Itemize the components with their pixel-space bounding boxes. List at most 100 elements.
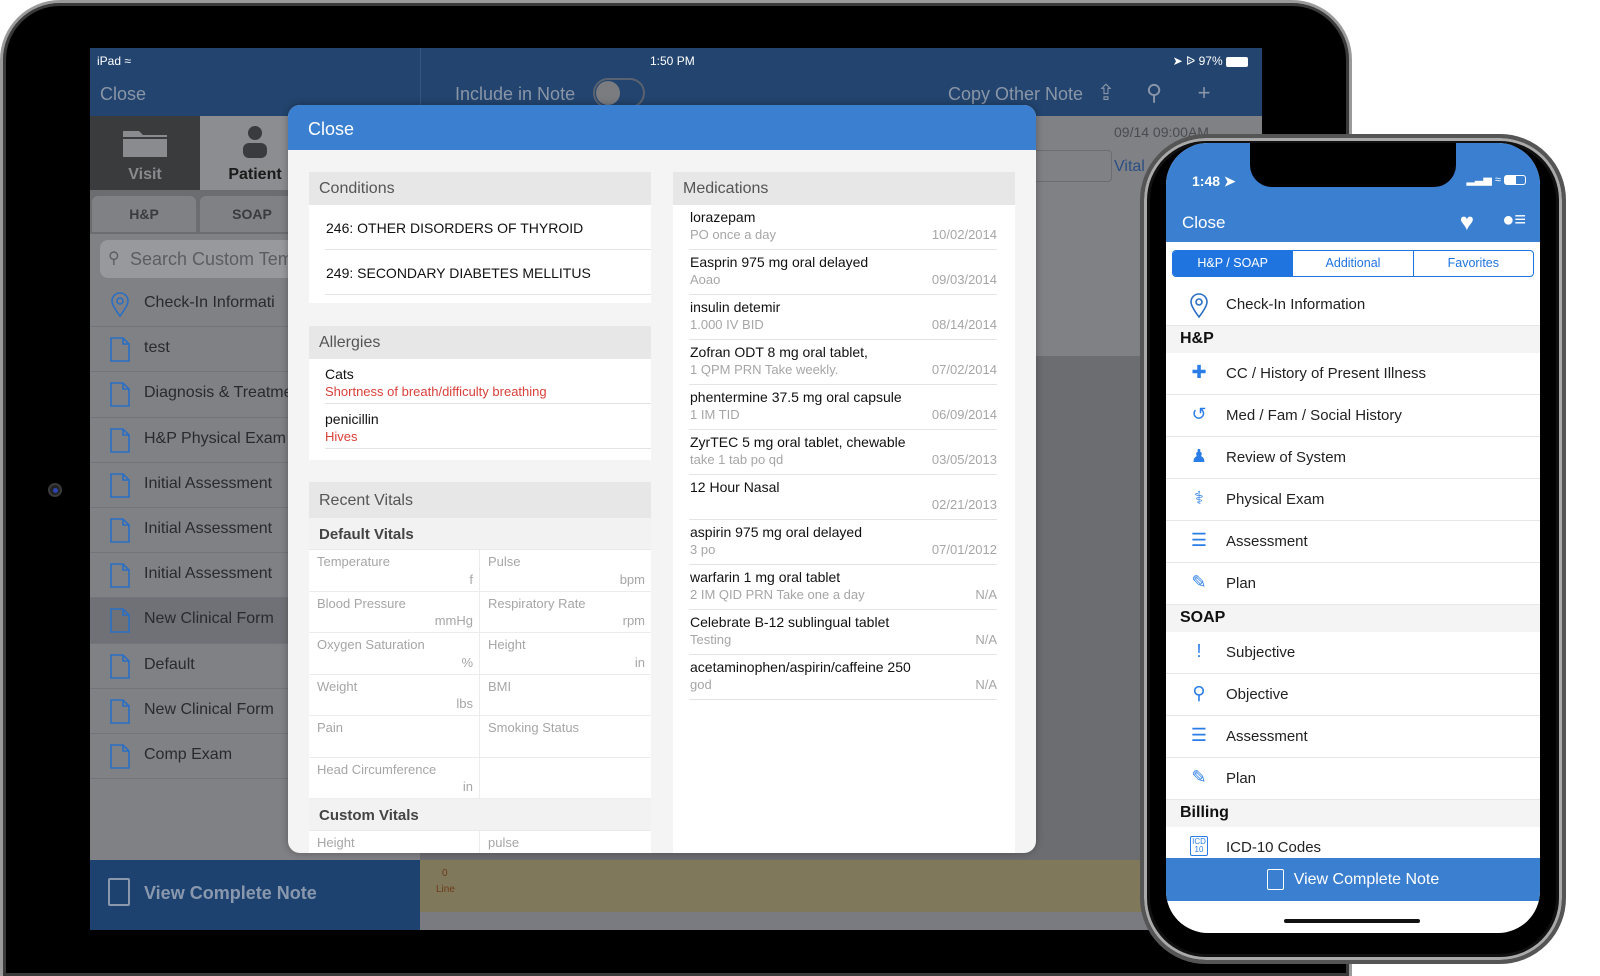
share-icon[interactable]: ⇪ — [1092, 80, 1120, 108]
medication-date: 03/05/2013 — [931, 452, 997, 467]
medication-date: N/A — [975, 587, 997, 602]
medication-item[interactable]: Celebrate B-12 sublingual tablet Testing N… — [689, 610, 997, 655]
segment-visit[interactable]: Visit — [90, 116, 200, 190]
medication-item[interactable]: ZyrTEC 5 mg oral tablet, chewable take 1 … — [689, 430, 997, 475]
vital-label: Respiratory Rate — [488, 595, 586, 611]
sidebar-item-label: Comp Exam — [144, 745, 233, 763]
medication-item[interactable]: Easprin 975 mg oral delayed Aoao 09/03/201… — [689, 250, 997, 295]
vital-label: pulse — [488, 835, 520, 850]
vital-cell[interactable]: pulse — [480, 831, 651, 853]
condition-item[interactable]: 249: SECONDARY DIABETES MELLITUS — [325, 250, 651, 295]
tab-hp[interactable]: H&P — [92, 196, 196, 232]
medication-item[interactable]: warfarin 1 mg oral tablet 2 IM QID PRN Ta… — [689, 565, 997, 610]
vital-unit: mmHg — [434, 613, 473, 628]
ipad-camera — [48, 483, 62, 497]
medication-item[interactable]: aspirin 975 mg oral delayed 3 po 07/01/201… — [689, 520, 997, 565]
tab-hp-soap[interactable]: H&P / SOAP — [1173, 251, 1294, 276]
view-complete-note-button[interactable]: View Complete Note — [90, 860, 420, 930]
iphone-item-label: ICD-10 Codes — [1226, 839, 1322, 856]
vital-cell[interactable]: Oxygen Saturation% — [309, 633, 480, 675]
vital-cell[interactable]: Smoking Status — [480, 716, 651, 758]
tab-additional[interactable]: Additional — [1293, 251, 1414, 276]
vital-cell[interactable]: Head Circumference in — [309, 757, 480, 799]
iphone-list-item[interactable]: ☰ Assessment — [1166, 521, 1540, 563]
vital-cell[interactable]: Height in — [480, 633, 651, 675]
vital-cell[interactable]: Blood Pressure mmHg — [309, 591, 480, 633]
medication-item[interactable]: insulin detemir 1.000 IV BID 08/14/2014 — [689, 295, 997, 340]
location-arrow-icon: ➤ — [1223, 173, 1236, 189]
vital-cell[interactable]: Pain — [309, 716, 480, 758]
vital-cell[interactable]: Respiratory Rate rpm — [480, 592, 651, 633]
copy-other-note-button[interactable]: Copy Other Note — [948, 84, 1083, 105]
vital-cell[interactable]: BMI — [480, 675, 651, 716]
status-bar: iPad ≈ 1:50 PM ➤ ᐉ 97% — [90, 48, 1262, 72]
medication-item[interactable]: lorazepam PO once a day 10/02/2014 — [689, 205, 997, 250]
add-icon[interactable]: + — [1190, 80, 1218, 108]
condition-item[interactable]: 246: OTHER DISORDERS OF THYROID — [325, 205, 651, 250]
pen-icon: ✎ — [1191, 767, 1207, 787]
history-clock-icon: ↺ — [1191, 404, 1207, 424]
iphone-list-item[interactable]: ! Subjective — [1166, 632, 1540, 674]
iphone-list-item[interactable]: ♟ Review of System — [1166, 437, 1540, 479]
medication-item[interactable]: phentermine 37.5 mg oral capsule 1 IM TID… — [689, 385, 997, 430]
iphone-item-label: Med / Fam / Social History — [1226, 407, 1402, 424]
medication-name: aspirin 975 mg oral delayed — [690, 524, 862, 540]
medication-item[interactable]: Zofran ODT 8 mg oral tablet, 1 QPM PRN Ta… — [689, 340, 997, 385]
iphone-item-checkin[interactable]: Check-In Information — [1166, 284, 1540, 326]
iphone-list-item[interactable]: ⚲ Objective — [1166, 674, 1540, 716]
document-icon — [110, 698, 130, 724]
include-in-note-label: Include in Note — [455, 84, 576, 104]
iphone-item-label: Physical Exam — [1226, 491, 1325, 508]
patient-list-icon[interactable]: ●≡ — [1502, 209, 1526, 232]
allergy-item[interactable]: penicillin Hives — [325, 404, 651, 449]
body-icon: ♟ — [1190, 446, 1208, 466]
medication-date: N/A — [975, 632, 997, 647]
iphone-list-item[interactable]: ✎ Plan — [1166, 563, 1540, 605]
tab-favorites[interactable]: Favorites — [1414, 251, 1533, 276]
vital-label: Pain — [317, 720, 344, 735]
status-right: ➤ ᐉ 97% — [1173, 54, 1248, 68]
document-icon — [110, 653, 130, 679]
iphone-list-item[interactable]: ↺ Med / Fam / Social History — [1166, 395, 1540, 437]
folder-icon — [123, 131, 167, 157]
iphone-screen: 1:48 ➤ ▂▃▅ ≈ Close ♥ ●≡ H&P / SOAP Addit… — [1166, 143, 1540, 933]
vital-cell[interactable]: Pulse bpm — [480, 550, 651, 592]
document-icon — [110, 563, 130, 588]
heart-rate-icon[interactable]: ♥ — [1460, 209, 1474, 237]
vital-cell[interactable]: Temperature f — [309, 550, 480, 592]
medication-sig: 3 po — [690, 542, 716, 557]
allergy-item[interactable]: Cats Shortness of breath/difficulty breat… — [325, 359, 651, 404]
sidebar-item-label: Initial Assessment — [144, 519, 273, 537]
modal-close-button[interactable]: Close — [308, 119, 354, 139]
medication-item[interactable]: 12 Hour Nasal 02/21/2013 — [689, 475, 997, 520]
vital-cell[interactable] — [480, 758, 651, 799]
vital-label: Smoking Status — [488, 720, 580, 735]
document-icon — [110, 427, 130, 453]
iphone-list-item[interactable]: ⚕ Physical Exam — [1166, 479, 1540, 521]
iphone-list-item[interactable]: ☰ Assessment — [1166, 716, 1540, 758]
vital-label: Temperature — [317, 554, 390, 569]
close-button[interactable]: Close — [100, 84, 146, 105]
allergen: penicillin — [325, 411, 379, 427]
wifi-icon: ≈ — [124, 54, 131, 68]
document-icon — [110, 518, 130, 543]
include-in-note-toggle[interactable] — [593, 78, 645, 108]
view-complete-note-label: View Complete Note — [144, 883, 317, 903]
line-count: 0 — [442, 868, 448, 879]
medication-date: 09/03/2014 — [931, 272, 997, 287]
vitals-link[interactable]: Vital — [1114, 158, 1145, 176]
iphone-close-button[interactable]: Close — [1182, 213, 1225, 233]
iphone-item-label: Review of System — [1226, 449, 1347, 466]
medication-item[interactable]: acetaminophen/aspirin/caffeine 250 god N/A — [689, 655, 997, 700]
vital-cell[interactable]: Weight lbs — [309, 674, 480, 716]
sidebar-item-label: Diagnosis & Treatme — [144, 384, 293, 402]
conditions-card: Conditions 246: OTHER DISORDERS OF THYRO… — [309, 172, 651, 303]
search-icon[interactable]: ⚲ — [1140, 80, 1168, 108]
line-counter-bar: 0 Line — [420, 860, 1262, 912]
iphone-list-item[interactable]: ✎ Plan — [1166, 758, 1540, 800]
iphone-view-complete-note-button[interactable]: View Complete Note — [1166, 858, 1540, 901]
modal-header: Close — [288, 105, 1036, 150]
vital-cell[interactable]: Height — [309, 831, 480, 853]
iphone-list-item[interactable]: ✚ CC / History of Present Illness — [1166, 353, 1540, 395]
sidebar-item-label: Check-In Informati — [144, 294, 275, 311]
